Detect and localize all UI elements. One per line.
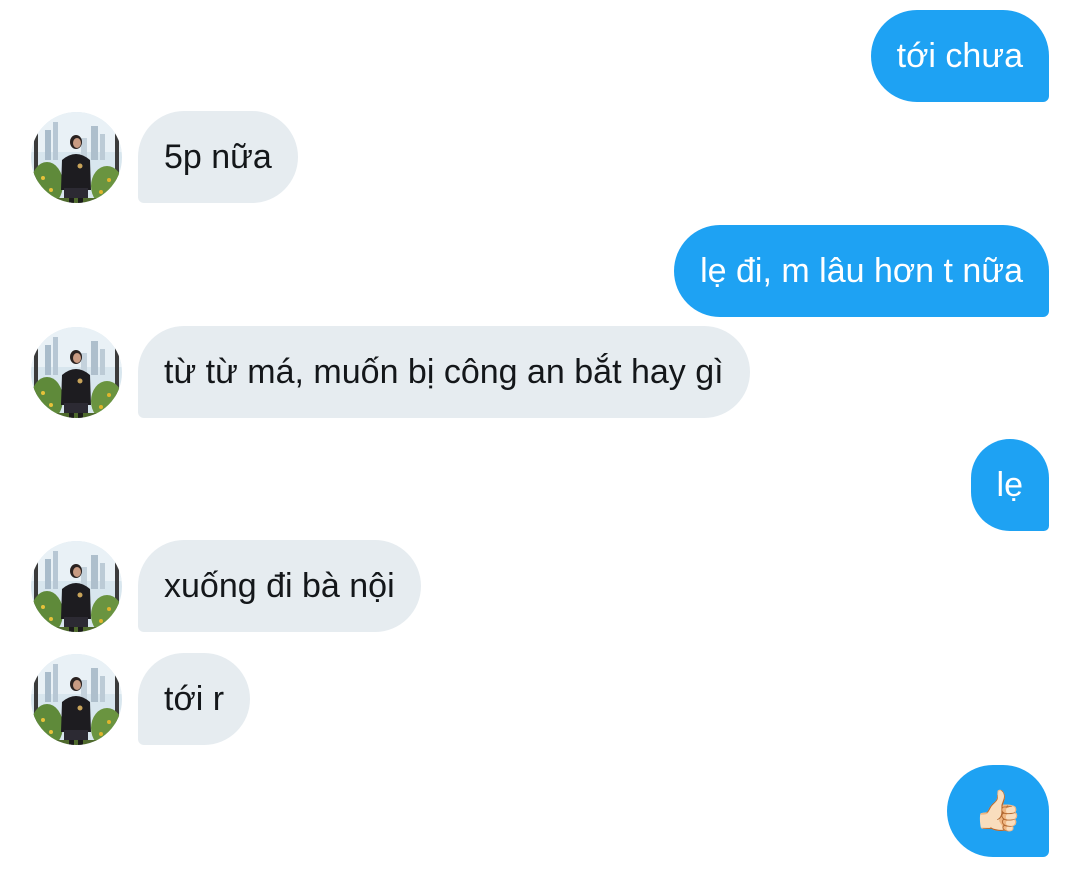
- avatar[interactable]: [31, 327, 122, 418]
- message-row-incoming: 5p nữa: [0, 111, 1080, 203]
- profile-photo-icon: [31, 654, 122, 745]
- message-text: tới chưa: [896, 37, 1023, 75]
- message-bubble-incoming[interactable]: 5p nữa: [138, 111, 298, 203]
- message-row-outgoing: 👍🏻: [0, 765, 1080, 857]
- message-bubble-incoming[interactable]: xuống đi bà nội: [138, 540, 421, 632]
- profile-photo-icon: [31, 541, 122, 632]
- conversation-thread: tới chưa 5p nữa lẹ đi, m lâu hơn t nữa t…: [0, 0, 1080, 874]
- message-text: lẹ đi, m lâu hơn t nữa: [700, 252, 1023, 290]
- message-bubble-incoming[interactable]: từ từ má, muốn bị công an bắt hay gì: [138, 326, 750, 418]
- message-bubble-incoming[interactable]: tới r: [138, 653, 251, 745]
- message-row-outgoing: lẹ đi, m lâu hơn t nữa: [0, 225, 1080, 317]
- avatar[interactable]: [31, 541, 122, 632]
- avatar[interactable]: [31, 654, 122, 745]
- message-bubble-outgoing[interactable]: lẹ đi, m lâu hơn t nữa: [674, 225, 1049, 317]
- message-bubble-outgoing[interactable]: 👍🏻: [947, 765, 1049, 857]
- message-text: lẹ: [996, 466, 1023, 504]
- message-bubble-outgoing[interactable]: tới chưa: [870, 10, 1049, 102]
- message-row-outgoing: tới chưa: [0, 10, 1080, 102]
- profile-photo-icon: [31, 327, 122, 418]
- message-row-incoming: xuống đi bà nội: [0, 540, 1080, 632]
- thumbs-up-icon: 👍🏻: [973, 789, 1023, 833]
- message-text: 5p nữa: [164, 138, 272, 176]
- message-row-outgoing: lẹ: [0, 439, 1080, 531]
- message-row-incoming: tới r: [0, 653, 1080, 745]
- avatar[interactable]: [31, 112, 122, 203]
- message-text: tới r: [164, 680, 225, 718]
- message-text: xuống đi bà nội: [164, 567, 395, 605]
- profile-photo-icon: [31, 112, 122, 203]
- message-bubble-outgoing[interactable]: lẹ: [970, 439, 1049, 531]
- message-text: từ từ má, muốn bị công an bắt hay gì: [164, 353, 724, 391]
- message-row-incoming: từ từ má, muốn bị công an bắt hay gì: [0, 326, 1080, 418]
